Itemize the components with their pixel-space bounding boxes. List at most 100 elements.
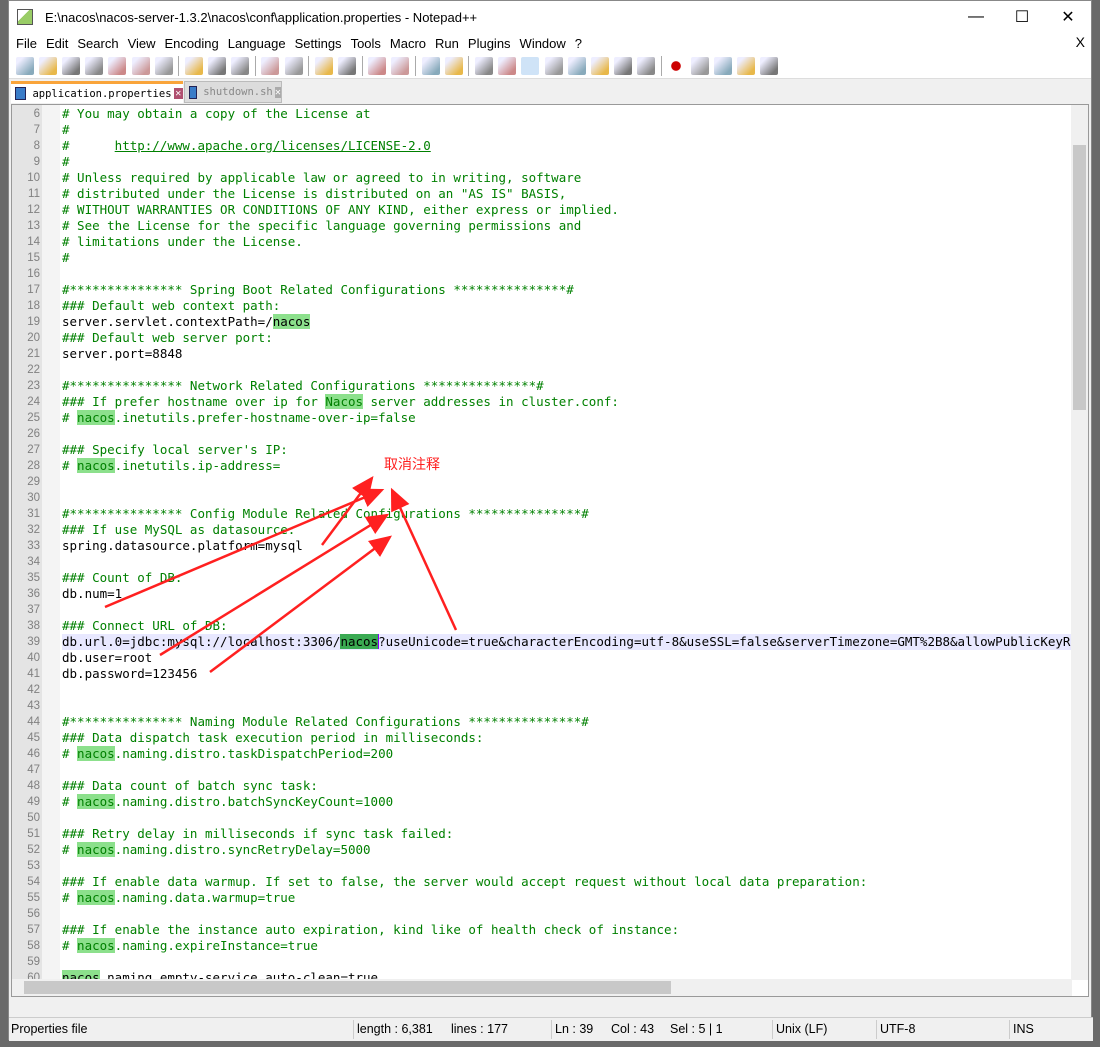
code-line[interactable]: 18### Default web context path:### Defau… bbox=[27, 298, 1088, 314]
code-line[interactable]: 40db.user=rootdb.user=root bbox=[27, 650, 1088, 666]
play-macro-icon[interactable] bbox=[713, 56, 732, 75]
menu-encoding[interactable]: Encoding bbox=[164, 36, 226, 51]
code-line[interactable]: 46 # nacos.naming.distro.taskDispatchPeri… bbox=[27, 746, 1088, 762]
minimize-button[interactable]: — bbox=[953, 1, 999, 33]
code-line[interactable]: 48### Data count of batch sync task:### … bbox=[27, 778, 1088, 794]
doc-map-icon[interactable] bbox=[567, 56, 586, 75]
paste-icon[interactable] bbox=[231, 56, 250, 75]
code-line[interactable]: 20### Default web server port:### Defaul… bbox=[27, 330, 1088, 346]
code-line[interactable]: 12 # WITHOUT WARRANTIES OR CONDITIONS OF … bbox=[27, 202, 1088, 218]
indent-guide-icon[interactable] bbox=[521, 56, 540, 75]
code-line[interactable]: 42 bbox=[27, 682, 1088, 698]
code-line[interactable]: 54 ### If enable data warmup. If set to f… bbox=[27, 874, 1088, 890]
menu-macro[interactable]: Macro bbox=[389, 36, 433, 51]
save-all-icon[interactable] bbox=[85, 56, 104, 75]
zoom-out-icon[interactable] bbox=[391, 56, 410, 75]
vertical-scroll-thumb[interactable] bbox=[1073, 145, 1086, 410]
save-icon[interactable] bbox=[61, 56, 80, 75]
close-tab-icon[interactable]: ✕ bbox=[274, 86, 281, 98]
menu-help[interactable]: ? bbox=[574, 36, 589, 51]
horizontal-scroll-thumb[interactable] bbox=[24, 981, 671, 994]
menu-search[interactable]: Search bbox=[76, 36, 125, 51]
code-line[interactable]: 10 # Unless required by applicable law or… bbox=[27, 170, 1088, 186]
code-line[interactable]: 14# limitations under the License.# limi… bbox=[27, 234, 1088, 250]
word-wrap-icon[interactable] bbox=[474, 56, 493, 75]
undo-icon[interactable] bbox=[261, 56, 280, 75]
code-line[interactable]: 39 db.url.0=jdbc:mysql://localhost:3306/n… bbox=[27, 634, 1088, 650]
menu-plugins[interactable]: Plugins bbox=[467, 36, 518, 51]
code-line[interactable]: 25 # nacos.inetutils.prefer-hostname-over… bbox=[27, 410, 1088, 426]
code-line[interactable]: 45 ### Data dispatch task execution perio… bbox=[27, 730, 1088, 746]
code-line[interactable]: 9## bbox=[34, 154, 1088, 170]
code-line[interactable]: 24 ### If prefer hostname over ip for Nac… bbox=[27, 394, 1088, 410]
code-line[interactable]: 58# nacos.naming.expireInstance=true# na… bbox=[27, 938, 1088, 954]
folder-as-workspace-icon[interactable] bbox=[614, 56, 633, 75]
code-line[interactable]: 55# nacos.naming.data.warmup=true# nacos… bbox=[27, 890, 1088, 906]
code-line[interactable]: 41db.password=123456db.password=123456 bbox=[27, 666, 1088, 682]
show-all-chars-icon[interactable] bbox=[498, 56, 517, 75]
code-line[interactable]: 19server.servlet.contextPath=/nacosserve… bbox=[27, 314, 1088, 330]
code-line[interactable]: 23 #*************** Network Related Confi… bbox=[27, 378, 1088, 394]
code-line[interactable]: 57 ### If enable the instance auto expira… bbox=[27, 922, 1088, 938]
code-line[interactable]: 16 bbox=[27, 266, 1088, 282]
redo-icon[interactable] bbox=[284, 56, 303, 75]
code-line[interactable]: 31 #*************** Config Module Related… bbox=[27, 506, 1088, 522]
new-file-icon[interactable] bbox=[15, 56, 34, 75]
vertical-scrollbar[interactable] bbox=[1071, 105, 1088, 980]
menu-tools[interactable]: Tools bbox=[350, 36, 388, 51]
code-line[interactable]: 6 # You may obtain a copy of the License … bbox=[34, 106, 1088, 122]
open-file-icon[interactable] bbox=[38, 56, 57, 75]
replace-icon[interactable] bbox=[338, 56, 357, 75]
cut-icon[interactable] bbox=[184, 56, 203, 75]
find-icon[interactable] bbox=[314, 56, 333, 75]
code-line[interactable]: 49 # nacos.naming.distro.batchSyncKeyCoun… bbox=[27, 794, 1088, 810]
editor-area[interactable]: 6 # You may obtain a copy of the License … bbox=[11, 104, 1089, 997]
menu-language[interactable]: Language bbox=[227, 36, 293, 51]
menu-window[interactable]: Window bbox=[519, 36, 573, 51]
code-line[interactable]: 26 bbox=[27, 426, 1088, 442]
stop-record-icon[interactable] bbox=[690, 56, 709, 75]
code-line[interactable]: 59 bbox=[27, 954, 1088, 970]
code-line[interactable]: 47 bbox=[27, 762, 1088, 778]
code-line[interactable]: 33spring.datasource.platform=mysqlspring… bbox=[27, 538, 1088, 554]
copy-icon[interactable] bbox=[208, 56, 227, 75]
function-list-icon[interactable] bbox=[590, 56, 609, 75]
code-line[interactable]: 36db.num=1db.num=1 bbox=[27, 586, 1088, 602]
code-line[interactable]: 56 bbox=[27, 906, 1088, 922]
code-line[interactable]: 11 # distributed under the License is dis… bbox=[28, 186, 1088, 202]
code-line[interactable]: 52 # nacos.naming.distro.syncRetryDelay=5… bbox=[27, 842, 1088, 858]
tab-shutdown-sh[interactable]: shutdown.sh ✕ bbox=[184, 81, 282, 103]
user-defined-lang-icon[interactable] bbox=[544, 56, 563, 75]
menu-file[interactable]: File bbox=[15, 36, 44, 51]
code-line[interactable]: 28# nacos.inetutils.ip-address=# nacos.i… bbox=[27, 458, 1088, 474]
close-all-icon[interactable] bbox=[131, 56, 150, 75]
close-tab-icon[interactable]: ✕ bbox=[173, 88, 183, 99]
code-text[interactable]: 6 # You may obtain a copy of the License … bbox=[27, 106, 1088, 996]
code-line[interactable]: 27### Specify local server's IP:### Spec… bbox=[27, 442, 1088, 458]
maximize-button[interactable]: ☐ bbox=[999, 1, 1045, 33]
code-line[interactable]: 13 # See the License for the specific lan… bbox=[27, 218, 1088, 234]
close-document-button[interactable]: X bbox=[1076, 34, 1085, 50]
close-icon[interactable] bbox=[108, 56, 127, 75]
print-icon[interactable] bbox=[154, 56, 173, 75]
tab-application-properties[interactable]: application.properties ✕ bbox=[11, 81, 183, 103]
code-line[interactable]: 44 #*************** Naming Module Related… bbox=[27, 714, 1088, 730]
code-line[interactable]: 15## bbox=[27, 250, 1088, 266]
menu-view[interactable]: View bbox=[127, 36, 163, 51]
code-line[interactable]: 29 bbox=[27, 474, 1088, 490]
close-button[interactable]: ✕ bbox=[1045, 1, 1091, 33]
code-line[interactable]: 38### Connect URL of DB:### Connect URL … bbox=[27, 618, 1088, 634]
code-line[interactable]: 8 # http://www.apache.org/licenses/LICENS… bbox=[34, 138, 1088, 154]
sync-horizontal-icon[interactable] bbox=[444, 56, 463, 75]
menu-settings[interactable]: Settings bbox=[294, 36, 349, 51]
code-line[interactable]: 22 bbox=[27, 362, 1088, 378]
save-macro-icon[interactable] bbox=[760, 56, 779, 75]
zoom-in-icon[interactable] bbox=[368, 56, 387, 75]
code-line[interactable]: 35### Count of DB:### Count of DB: bbox=[27, 570, 1088, 586]
monitoring-icon[interactable] bbox=[637, 56, 656, 75]
code-line[interactable]: 53 bbox=[27, 858, 1088, 874]
code-line[interactable]: 7## bbox=[34, 122, 1088, 138]
code-line[interactable]: 17 #*************** Spring Boot Related C… bbox=[27, 282, 1088, 298]
code-line[interactable]: 21server.port=8848server.port=8848 bbox=[27, 346, 1088, 362]
code-line[interactable]: 51 ### Retry delay in milliseconds if syn… bbox=[27, 826, 1088, 842]
